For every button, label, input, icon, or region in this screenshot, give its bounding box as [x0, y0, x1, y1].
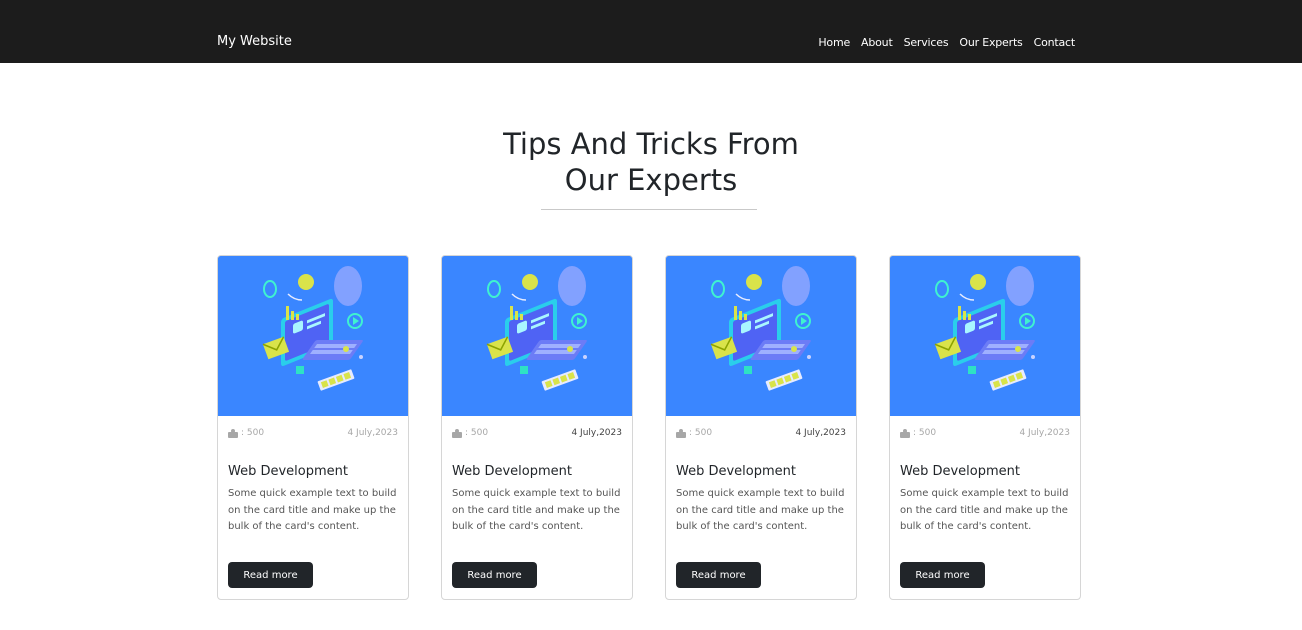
laptop-illustration-icon [666, 256, 856, 416]
nav-link-services[interactable]: Services [904, 36, 949, 49]
card-likes: : 500 [676, 428, 712, 438]
card-date: 4 July,2023 [571, 428, 622, 438]
blog-card: : 500 4 July,2023 Web Development Some q… [665, 255, 857, 600]
card-illustration [442, 256, 632, 416]
card-text: Some quick example text to build on the … [900, 488, 1069, 532]
laptop-illustration-icon [218, 256, 408, 416]
card-illustration [890, 256, 1080, 416]
card-title: Web Development [900, 464, 1020, 479]
card-illustration [218, 256, 408, 416]
brand-link[interactable]: My Website [217, 34, 292, 49]
card-date: 4 July,2023 [347, 428, 398, 438]
card-likes: : 500 [452, 428, 488, 438]
card-title: Web Development [676, 464, 796, 479]
read-more-button[interactable]: Read more [452, 562, 537, 588]
card-illustration [666, 256, 856, 416]
card-text: Some quick example text to build on the … [452, 488, 621, 532]
card-likes: : 500 [228, 428, 264, 438]
card-title: Web Development [452, 464, 572, 479]
read-more-button[interactable]: Read more [900, 562, 985, 588]
nav-links: Home About Services Our Experts Contact [818, 36, 1075, 49]
likes-count: : 500 [241, 428, 265, 438]
user-group-icon [228, 428, 238, 438]
nav-link-home[interactable]: Home [818, 36, 850, 49]
user-group-icon [676, 428, 686, 438]
section-title-line-1: Tips And Tricks From [503, 127, 799, 161]
blog-card: : 500 4 July,2023 Web Development Some q… [889, 255, 1081, 600]
nav-link-about[interactable]: About [861, 36, 893, 49]
card-text: Some quick example text to build on the … [228, 488, 397, 532]
user-group-icon [900, 428, 910, 438]
card-likes: : 500 [900, 428, 936, 438]
blog-card: : 500 4 July,2023 Web Development Some q… [217, 255, 409, 600]
card-date: 4 July,2023 [1019, 428, 1070, 438]
card-title: Web Development [228, 464, 348, 479]
laptop-illustration-icon [442, 256, 632, 416]
section-title-line-2: Our Experts [564, 163, 738, 197]
blog-card: : 500 4 July,2023 Web Development Some q… [441, 255, 633, 600]
likes-count: : 500 [689, 428, 713, 438]
likes-count: : 500 [913, 428, 937, 438]
read-more-button[interactable]: Read more [676, 562, 761, 588]
nav-link-our-experts[interactable]: Our Experts [959, 36, 1022, 49]
navbar: My Website Home About Services Our Exper… [0, 0, 1302, 63]
likes-count: : 500 [465, 428, 489, 438]
card-date: 4 July,2023 [795, 428, 846, 438]
read-more-button[interactable]: Read more [228, 562, 313, 588]
user-group-icon [452, 428, 462, 438]
nav-link-contact[interactable]: Contact [1034, 36, 1076, 49]
section-title: Tips And Tricks From Our Experts [0, 126, 1302, 198]
title-divider [541, 209, 757, 210]
card-text: Some quick example text to build on the … [676, 488, 845, 532]
laptop-illustration-icon [890, 256, 1080, 416]
